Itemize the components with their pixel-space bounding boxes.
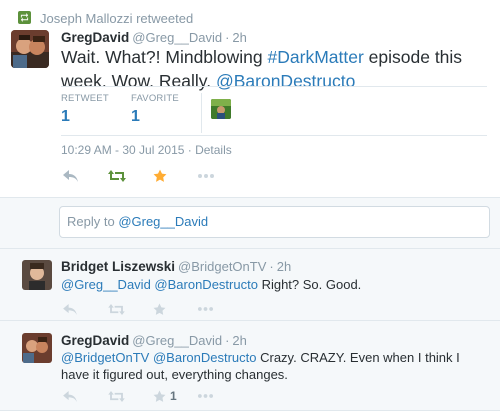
retweet-icon [108,390,125,402]
mention-link[interactable]: @BridgetOnTV [61,350,149,365]
author-handle[interactable]: @Greg__David [132,333,222,348]
retweet-icon [108,170,126,182]
tweet-time[interactable]: 2h [277,259,291,274]
retweet-stat-label: RETWEET [61,93,109,104]
mention-link[interactable]: @BaronDestructo [153,350,257,365]
divider [61,86,487,87]
tweet-actions [63,299,243,319]
more-dots-icon [198,174,214,178]
favorite-star-icon [153,303,166,315]
retweet-button[interactable] [108,299,153,319]
favorite-stat-count: 1 [131,108,140,125]
retweet-button[interactable] [108,166,153,186]
tweet-actions [63,166,243,186]
separator: · [225,333,230,348]
reply-button[interactable] [63,299,108,319]
retweet-button[interactable] [108,386,153,406]
separator: · [269,259,274,274]
avatar[interactable] [22,333,52,363]
retweet-stat[interactable]: RETWEET 1 [61,93,131,133]
avatar[interactable] [11,30,49,68]
reply-tweet[interactable]: Bridget Liszewski @BridgetOnTV · 2h @Gre… [0,249,500,321]
tweet-text-part: Wait. What?! Mindblowing [61,47,268,67]
mention-link[interactable]: @Greg__David [61,277,151,292]
reply-icon [63,390,77,402]
hashtag-link[interactable]: #DarkMatter [268,47,364,67]
stats-separator [201,93,202,133]
favorite-button[interactable]: 1 [153,386,198,406]
reply-icon [63,170,78,182]
more-button[interactable] [198,299,243,319]
tweet-text-part: Right? So. Good. [257,277,362,292]
divider [61,135,487,136]
tweet-time[interactable]: 2h [232,30,246,45]
favorite-count: 1 [170,389,177,403]
separator: · [225,30,230,45]
tweet-datetime[interactable]: 10:29 AM - 30 Jul 2015 · Details [61,143,232,157]
main-tweet: Joseph Mallozzi retweeted GregDavid @Gre… [0,0,500,197]
favorite-stat-label: FAVORITE [131,93,179,104]
author-name[interactable]: Bridget Liszewski [61,259,175,274]
mention-link[interactable]: @BaronDestructo [154,277,258,292]
avatar[interactable] [22,260,52,290]
reply-button[interactable] [63,166,108,186]
more-dots-icon [198,307,213,311]
favoriter-avatar[interactable] [211,99,231,119]
tweet-time[interactable]: 2h [232,333,246,348]
author-handle[interactable]: @BridgetOnTV [178,259,266,274]
retweet-icon [108,303,125,315]
more-button[interactable] [198,166,243,186]
tweet-stats: RETWEET 1 FAVORITE 1 [61,93,231,133]
favorite-star-icon [153,169,167,182]
favorite-star-icon [153,390,166,402]
favorite-button[interactable] [153,166,198,186]
author-name[interactable]: GregDavid [61,30,129,45]
tweet-header: GregDavid @Greg__David · 2h [61,30,247,45]
author-name[interactable]: GregDavid [61,333,129,348]
tweet-header: GregDavid @Greg__David · 2h [61,333,247,348]
retweet-badge-icon [18,11,31,24]
more-button[interactable] [198,386,243,406]
reply-tweet[interactable]: GregDavid @Greg__David · 2h @BridgetOnTV… [0,321,500,411]
tweet-actions: 1 [63,386,243,406]
reply-area: Reply to @Greg__David [0,197,500,249]
reply-input[interactable]: Reply to @Greg__David [59,206,490,238]
reply-icon [63,303,77,315]
more-dots-icon [198,394,213,398]
reply-to-handle: @Greg__David [118,214,209,229]
reply-button[interactable] [63,386,108,406]
tweet-header: Bridget Liszewski @BridgetOnTV · 2h [61,259,291,274]
favorite-button[interactable] [153,299,198,319]
reply-prefix: Reply to [67,214,119,229]
tweet-text: @BridgetOnTV @BaronDestructo Crazy. CRAZ… [61,349,481,383]
mention-link[interactable]: @BaronDestructo [216,71,355,91]
favorite-stat[interactable]: FAVORITE 1 [131,93,201,133]
retweet-context[interactable]: Joseph Mallozzi retweeted [18,10,194,26]
retweeted-by-text: Joseph Mallozzi retweeted [40,10,194,26]
tweet-text: @Greg__David @BaronDestructo Right? So. … [61,276,481,293]
author-handle[interactable]: @Greg__David [132,30,222,45]
retweet-stat-count: 1 [61,108,70,125]
